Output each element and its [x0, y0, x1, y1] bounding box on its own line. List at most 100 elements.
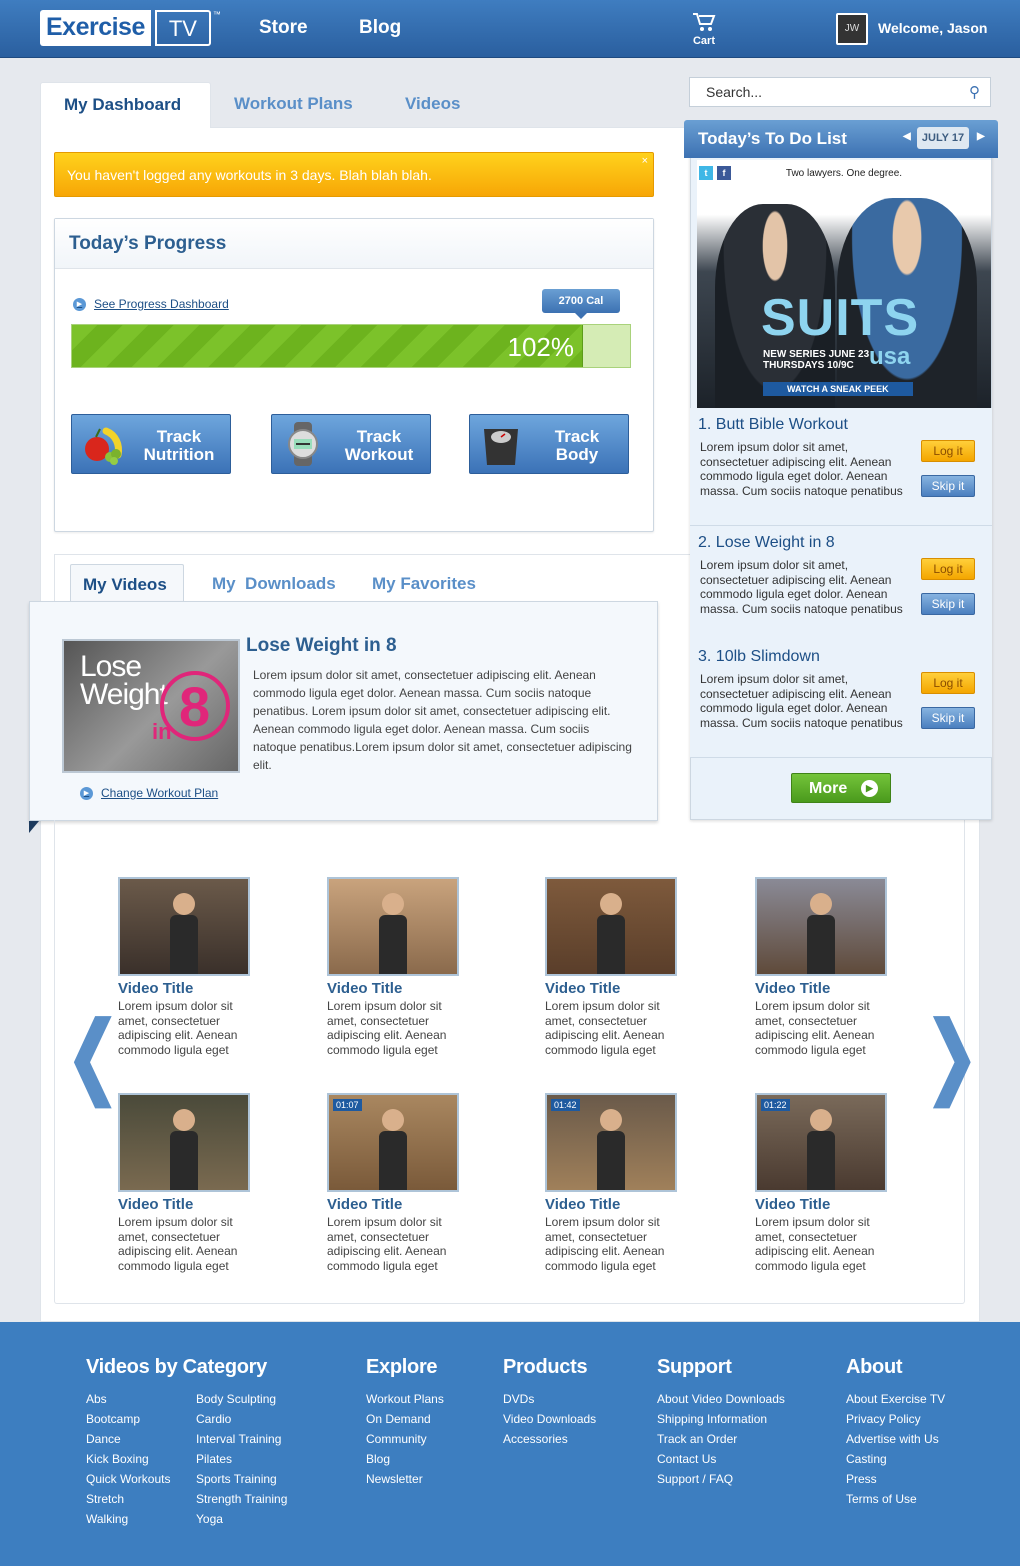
video-card[interactable]: 01:07 Video Title Lorem ipsum dolor sit … — [327, 1093, 477, 1273]
footer-link[interactable]: DVDs — [503, 1389, 596, 1409]
video-thumbnail[interactable]: 01:42 — [545, 1093, 677, 1192]
footer-link[interactable]: Interval Training — [196, 1429, 287, 1449]
footer-link[interactable]: Accessories — [503, 1429, 596, 1449]
footer-link[interactable]: Strength Training — [196, 1489, 287, 1509]
footer-link[interactable]: About Exercise TV — [846, 1389, 945, 1409]
footer-link[interactable]: Press — [846, 1469, 945, 1489]
play-bullet-icon: ▶ — [73, 297, 86, 311]
footer-link[interactable]: Blog — [366, 1449, 444, 1469]
video-thumbnail[interactable] — [118, 877, 250, 976]
video-card[interactable]: Video Title Lorem ipsum dolor sit amet, … — [755, 877, 905, 1057]
footer-link[interactable]: Privacy Policy — [846, 1409, 945, 1429]
video-title[interactable]: Video Title — [327, 1196, 477, 1213]
prev-day-arrow-icon[interactable]: ◀ — [903, 131, 911, 142]
footer-link[interactable]: Track an Order — [657, 1429, 785, 1449]
carousel-next-arrow[interactable]: ❯ — [925, 1003, 979, 1108]
more-button[interactable]: More ▶ — [791, 773, 891, 803]
log-it-button[interactable]: Log it — [921, 672, 975, 694]
todo-date: JULY 17 — [917, 127, 969, 149]
footer-link[interactable]: Advertise with Us — [846, 1429, 945, 1449]
next-day-arrow-icon[interactable]: ▶ — [977, 131, 985, 142]
skip-it-button[interactable]: Skip it — [921, 593, 975, 615]
footer-link[interactable]: Support / FAQ — [657, 1469, 785, 1489]
skip-it-button[interactable]: Skip it — [921, 707, 975, 729]
footer-link[interactable]: Contact Us — [657, 1449, 785, 1469]
video-card[interactable]: 01:22 Video Title Lorem ipsum dolor sit … — [755, 1093, 905, 1273]
search-input[interactable]: Search... ⚲ — [689, 77, 991, 107]
footer-link[interactable]: Pilates — [196, 1449, 287, 1469]
cart-button[interactable]: Cart — [690, 12, 718, 47]
search-icon[interactable]: ⚲ — [969, 83, 980, 101]
tab-my-videos[interactable]: My Videos — [70, 564, 184, 602]
tab-my-downloads[interactable]: My Downloads — [212, 564, 336, 602]
video-thumbnail[interactable] — [327, 877, 459, 976]
ad-tagline: Two lawyers. One degree. — [785, 168, 903, 179]
footer-link[interactable]: Newsletter — [366, 1469, 444, 1489]
skip-it-button[interactable]: Skip it — [921, 475, 975, 497]
video-card[interactable]: Video Title Lorem ipsum dolor sit amet, … — [545, 877, 695, 1057]
avatar[interactable]: JW — [836, 13, 868, 45]
progress-percent: 102% — [507, 332, 575, 362]
log-it-button[interactable]: Log it — [921, 558, 975, 580]
todo-title[interactable]: 3. 10lb Slimdown — [698, 648, 820, 666]
footer-link[interactable]: Terms of Use — [846, 1489, 945, 1509]
welcome-user[interactable]: Welcome, Jason — [878, 20, 987, 36]
nav-store[interactable]: Store — [259, 17, 308, 39]
footer-link[interactable]: Shipping Information — [657, 1409, 785, 1429]
ad-sneak-peek-button[interactable]: WATCH A SNEAK PEEK — [763, 382, 913, 396]
track-nutrition-button[interactable]: Track Nutrition — [71, 414, 231, 474]
footer-link[interactable]: Yoga — [196, 1509, 287, 1529]
plan-thumb-word-in: in — [152, 719, 172, 744]
video-title[interactable]: Video Title — [755, 1196, 905, 1213]
video-thumbnail[interactable]: 01:07 — [327, 1093, 459, 1192]
change-workout-plan-link[interactable]: ▶ Change Workout Plan — [80, 786, 218, 800]
footer-link[interactable]: On Demand — [366, 1409, 444, 1429]
plan-thumbnail[interactable]: Lose Weight 8 in — [62, 639, 240, 773]
todo-list-header: Today’s To Do List ◀ JULY 17 ▶ — [684, 120, 998, 158]
video-title[interactable]: Video Title — [118, 980, 268, 997]
track-workout-button[interactable]: Track Workout — [271, 414, 431, 474]
exercise-tv-logo[interactable]: Exercise TV ™ — [40, 10, 221, 46]
footer-link[interactable]: Workout Plans — [366, 1389, 444, 1409]
video-thumbnail[interactable] — [755, 877, 887, 976]
tab-my-dashboard[interactable]: My Dashboard — [40, 82, 211, 128]
video-thumbnail[interactable] — [118, 1093, 250, 1192]
footer-link[interactable]: Casting — [846, 1449, 945, 1469]
footer-link[interactable]: Video Downloads — [503, 1409, 596, 1429]
footer-link[interactable]: Body Sculpting — [196, 1389, 287, 1409]
todo-title[interactable]: 1. Butt Bible Workout — [698, 416, 848, 434]
video-thumbnail[interactable]: 01:22 — [755, 1093, 887, 1192]
footer-link[interactable]: Cardio — [196, 1409, 287, 1429]
tab-my-favorites[interactable]: My Favorites — [372, 564, 476, 602]
suits-advertisement[interactable]: t f Two lawyers. One degree. SUITS usa N… — [697, 160, 991, 408]
plan-title[interactable]: Lose Weight in 8 — [246, 635, 397, 657]
video-card[interactable]: Video Title Lorem ipsum dolor sit amet, … — [327, 877, 477, 1057]
video-thumbnail[interactable] — [545, 877, 677, 976]
footer-link[interactable]: Community — [366, 1429, 444, 1449]
video-title[interactable]: Video Title — [545, 980, 695, 997]
close-icon[interactable]: × — [642, 155, 648, 167]
search-placeholder: Search... — [706, 84, 763, 100]
ad-network: usa — [869, 343, 911, 370]
video-card[interactable]: Video Title Lorem ipsum dolor sit amet, … — [118, 1093, 268, 1273]
todo-title[interactable]: 2. Lose Weight in 8 — [698, 534, 835, 552]
video-card[interactable]: 01:42 Video Title Lorem ipsum dolor sit … — [545, 1093, 695, 1273]
video-title[interactable]: Video Title — [545, 1196, 695, 1213]
carousel-prev-arrow[interactable]: ❮ — [66, 1003, 120, 1108]
tab-videos[interactable]: Videos — [405, 82, 460, 128]
footer-link[interactable]: Sports Training — [196, 1469, 287, 1489]
video-thumb-figure-head — [810, 893, 832, 915]
change-workout-plan-text[interactable]: Change Workout Plan — [101, 786, 218, 800]
tab-workout-plans[interactable]: Workout Plans — [234, 82, 353, 128]
track-body-button[interactable]: Track Body — [469, 414, 629, 474]
video-title[interactable]: Video Title — [118, 1196, 268, 1213]
progress-dashboard-link[interactable]: ▶ See Progress Dashboard — [73, 297, 229, 311]
video-card[interactable]: Video Title Lorem ipsum dolor sit amet, … — [118, 877, 268, 1057]
log-it-button[interactable]: Log it — [921, 440, 975, 462]
footer-link[interactable]: About Video Downloads — [657, 1389, 785, 1409]
fruit-icon — [85, 427, 122, 465]
progress-dashboard-link-text[interactable]: See Progress Dashboard — [94, 297, 229, 311]
video-title[interactable]: Video Title — [327, 980, 477, 997]
nav-blog[interactable]: Blog — [359, 17, 401, 39]
video-title[interactable]: Video Title — [755, 980, 905, 997]
